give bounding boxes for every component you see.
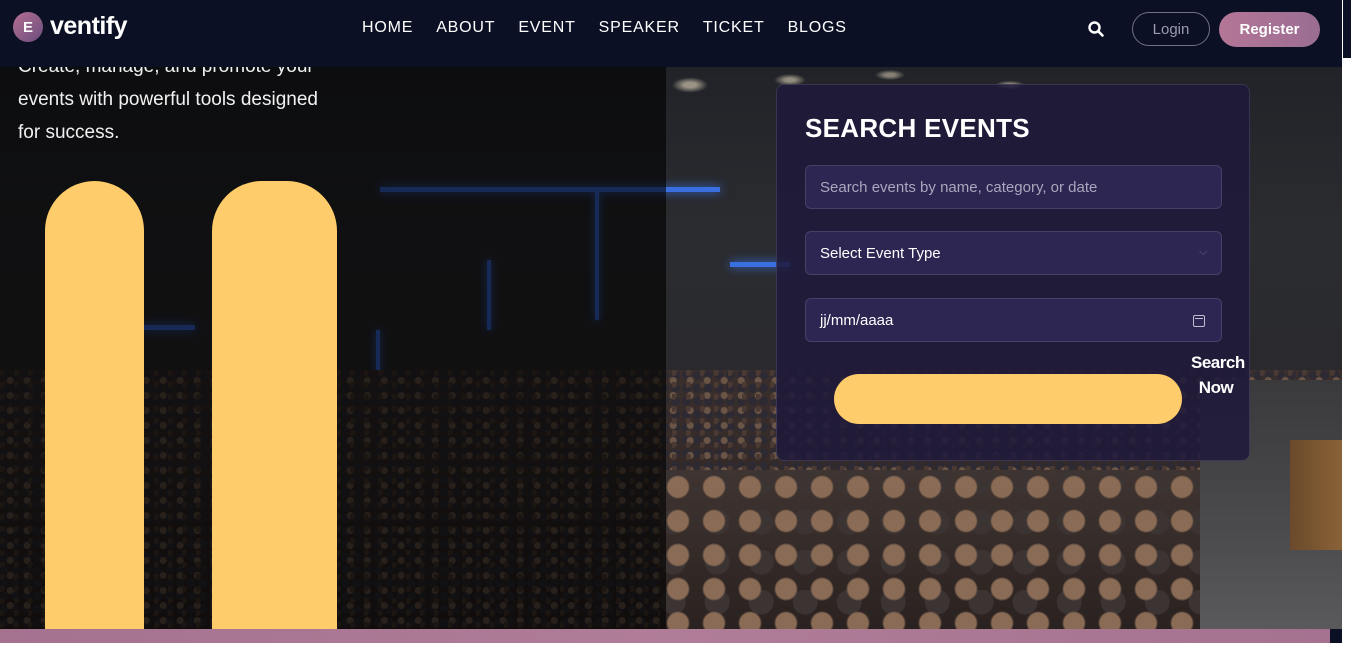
search-now-button[interactable]	[834, 374, 1182, 424]
wood-panel	[1290, 440, 1342, 550]
audience-front-rows	[660, 470, 1200, 630]
scrollbar-corner	[1330, 629, 1342, 643]
event-type-value: Select Event Type	[820, 244, 941, 262]
logo-text[interactable]: ventify	[50, 12, 128, 41]
date-input[interactable]: jj/mm/aaaa	[805, 298, 1222, 342]
hero-line-2: events with powerful tools designed	[18, 89, 318, 110]
search-icon[interactable]	[1087, 20, 1105, 38]
search-now-label-line-2: Now	[1198, 378, 1234, 397]
nav-item-blogs[interactable]: BLOGS	[788, 19, 847, 37]
nav-item-speaker[interactable]: SPEAKER	[599, 19, 680, 37]
register-button[interactable]: Register	[1219, 12, 1320, 47]
nav-item-event[interactable]: EVENT	[518, 19, 575, 37]
nav-item-home[interactable]: HOME	[362, 19, 413, 37]
decorative-pillar-left	[45, 181, 144, 630]
chevron-down-icon: ⌵	[1199, 246, 1208, 258]
top-navbar: E ventify HOME ABOUT EVENT SPEAKER TICKE…	[0, 0, 1342, 67]
scrollbar-track[interactable]	[1342, 0, 1353, 651]
search-input-placeholder: Search events by name, category, or date	[820, 178, 1098, 196]
calendar-icon[interactable]	[1193, 315, 1205, 327]
decorative-pillar-right	[212, 181, 337, 630]
login-button[interactable]: Login	[1132, 12, 1210, 46]
search-now-label[interactable]: Search Now	[1191, 350, 1245, 400]
bottom-strip	[0, 643, 1342, 651]
nav-item-about[interactable]: ABOUT	[436, 19, 495, 37]
search-events-card: SEARCH EVENTS Search events by name, cat…	[776, 84, 1250, 461]
event-type-select[interactable]: Select Event Type ⌵	[805, 231, 1222, 275]
hero-line-3: for success.	[18, 122, 120, 143]
scrollbar-thumb[interactable]	[1343, 0, 1351, 58]
nav-item-ticket[interactable]: TICKET	[703, 19, 765, 37]
logo-badge[interactable]: E	[13, 12, 43, 42]
horizontal-scrollbar[interactable]	[0, 629, 1342, 643]
search-now-label-line-1: Search	[1191, 353, 1245, 372]
date-input-placeholder: jj/mm/aaaa	[820, 311, 894, 329]
card-title: SEARCH EVENTS	[805, 113, 1030, 143]
search-input[interactable]: Search events by name, category, or date	[805, 165, 1222, 209]
main-menu: HOME ABOUT EVENT SPEAKER TICKET BLOGS	[362, 19, 847, 37]
